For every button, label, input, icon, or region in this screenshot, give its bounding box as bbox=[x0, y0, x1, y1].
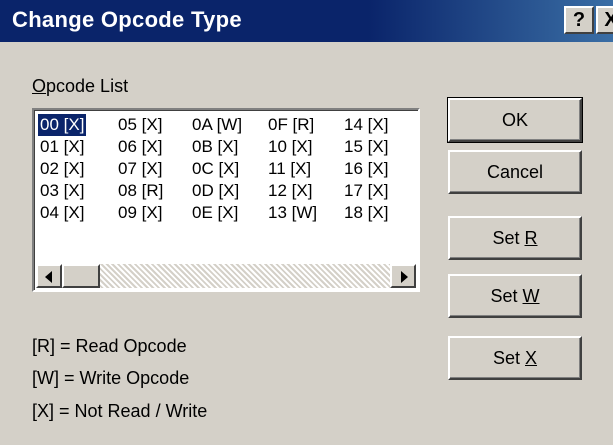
list-item[interactable]: 02 [X] bbox=[38, 158, 86, 180]
list-item[interactable]: 18 [X] bbox=[342, 202, 390, 224]
set-r-button[interactable]: Set R bbox=[448, 216, 582, 260]
help-button[interactable]: ? bbox=[564, 6, 594, 34]
list-item[interactable]: 01 [X] bbox=[38, 136, 86, 158]
list-item[interactable]: 16 [X] bbox=[342, 158, 390, 180]
list-item[interactable]: 00 [X] bbox=[38, 114, 87, 136]
list-item[interactable]: 03 [X] bbox=[38, 180, 86, 202]
list-item[interactable]: 13 [W] bbox=[266, 202, 319, 224]
horizontal-scrollbar[interactable] bbox=[36, 264, 416, 288]
opcode-column: 00 [X] 01 [X] 02 [X] 03 [X] 04 [X] bbox=[38, 114, 87, 224]
scroll-left-button[interactable] bbox=[36, 264, 62, 288]
change-opcode-type-dialog: Change Opcode Type ? X Opcode List 00 [X… bbox=[0, 0, 613, 445]
list-item[interactable]: 0D [X] bbox=[190, 180, 244, 202]
list-item[interactable]: 0C [X] bbox=[190, 158, 244, 180]
list-item[interactable]: 11 [X] bbox=[266, 158, 319, 180]
legend-write: [W] = Write Opcode bbox=[32, 368, 190, 388]
opcode-column: 05 [X] 06 [X] 07 [X] 08 [R] 09 [X] bbox=[116, 114, 165, 224]
ok-button[interactable]: OK bbox=[447, 97, 583, 143]
list-item[interactable]: 09 [X] bbox=[116, 202, 165, 224]
opcode-list-grid: 00 [X] 01 [X] 02 [X] 03 [X] 04 [X] 05 [X… bbox=[38, 114, 416, 262]
arrow-left-icon bbox=[45, 271, 52, 283]
set-x-button[interactable]: Set X bbox=[448, 336, 582, 380]
close-icon: X bbox=[604, 8, 613, 31]
legend-not-read-write: [X] = Not Read / Write bbox=[32, 401, 208, 421]
help-icon: ? bbox=[572, 8, 586, 31]
arrow-right-icon bbox=[401, 271, 408, 283]
list-item[interactable]: 07 [X] bbox=[116, 158, 165, 180]
set-w-button[interactable]: Set W bbox=[448, 274, 582, 318]
title-bar[interactable]: Change Opcode Type ? X bbox=[0, 0, 613, 42]
close-button[interactable]: X bbox=[596, 6, 613, 34]
opcode-column: 14 [X] 15 [X] 16 [X] 17 [X] 18 [X] bbox=[342, 114, 390, 224]
cancel-button[interactable]: Cancel bbox=[448, 150, 582, 194]
list-item[interactable]: 0B [X] bbox=[190, 136, 244, 158]
list-item[interactable]: 10 [X] bbox=[266, 136, 319, 158]
list-item[interactable]: 05 [X] bbox=[116, 114, 165, 136]
window-title: Change Opcode Type bbox=[12, 7, 242, 32]
legend-read: [R] = Read Opcode bbox=[32, 336, 187, 356]
list-item[interactable]: 15 [X] bbox=[342, 136, 390, 158]
opcode-column: 0A [W] 0B [X] 0C [X] 0D [X] 0E [X] bbox=[190, 114, 244, 224]
list-item[interactable]: 17 [X] bbox=[342, 180, 390, 202]
list-item[interactable]: 14 [X] bbox=[342, 114, 390, 136]
list-item[interactable]: 0F [R] bbox=[266, 114, 319, 136]
list-item[interactable]: 12 [X] bbox=[266, 180, 319, 202]
list-item[interactable]: 04 [X] bbox=[38, 202, 86, 224]
opcode-list-label: Opcode List bbox=[32, 76, 129, 96]
list-item[interactable]: 06 [X] bbox=[116, 136, 165, 158]
scroll-right-button[interactable] bbox=[390, 264, 416, 288]
opcode-column: 0F [R] 10 [X] 11 [X] 12 [X] 13 [W] bbox=[266, 114, 319, 224]
list-item[interactable]: 08 [R] bbox=[116, 180, 165, 202]
list-item[interactable]: 0A [W] bbox=[190, 114, 244, 136]
opcode-listbox[interactable]: 00 [X] 01 [X] 02 [X] 03 [X] 04 [X] 05 [X… bbox=[32, 108, 420, 292]
list-item[interactable]: 0E [X] bbox=[190, 202, 244, 224]
scrollbar-thumb[interactable] bbox=[62, 264, 100, 288]
